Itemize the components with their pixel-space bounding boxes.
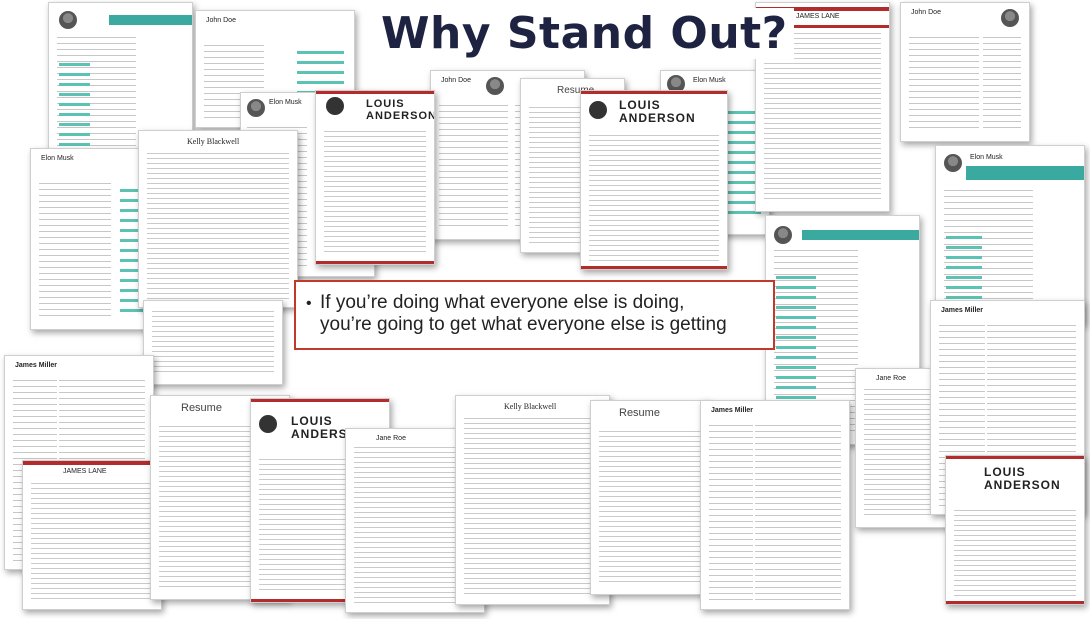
resume-name: James Miller	[711, 407, 754, 414]
resume-thumbnail: LOUIS ANDERSON	[945, 455, 1085, 605]
page-title: Why Stand Out?	[375, 8, 794, 59]
resume-name: Kelly Blackwell	[187, 137, 240, 146]
resume-name: Jane Roe	[376, 435, 406, 442]
resume-thumbnail: Resume	[590, 400, 710, 595]
resume-thumbnail: Elon Musk	[935, 145, 1085, 325]
bullet-icon: •	[306, 295, 312, 312]
resume-thumbnail: JAMES LANE	[22, 460, 162, 610]
quote-line-2: you’re going to get what everyone else i…	[320, 314, 727, 335]
resume-name: Resume	[181, 402, 222, 414]
resume-name: Elon Musk	[970, 154, 1003, 161]
resume-thumbnail: LOUIS ANDERSON	[580, 90, 728, 270]
resume-name: John Doe	[206, 17, 236, 24]
resume-name: LOUIS ANDERSON	[366, 98, 435, 122]
quote-box: • If you’re doing what everyone else is …	[294, 280, 775, 350]
resume-thumbnail: Kelly Blackwell	[138, 130, 298, 308]
resume-name: JAMES LANE	[63, 468, 107, 475]
resume-thumbnail: John Doe	[900, 2, 1030, 142]
resume-name: LOUIS ANDERSON	[619, 98, 696, 125]
resume-name: James Miller	[941, 307, 984, 314]
resume-name: Elon Musk	[269, 99, 302, 106]
resume-name: John Doe	[441, 77, 471, 84]
resume-thumbnail: LOUIS ANDERSON	[315, 90, 435, 265]
quote-line-1: If you’re doing what everyone else is do…	[320, 292, 685, 313]
resume-name: Elon Musk	[693, 77, 726, 84]
resume-thumbnail: James Miller	[700, 400, 850, 610]
resume-name: Resume	[619, 407, 660, 419]
resume-name: James Miller	[15, 362, 58, 369]
resume-name: John Doe	[911, 9, 941, 16]
resume-thumbnail: Kelly Blackwell	[455, 395, 610, 605]
resume-name: Jane Roe	[876, 375, 906, 382]
resume-name: Kelly Blackwell	[504, 402, 557, 411]
resume-name: LOUIS ANDERSON	[984, 465, 1061, 492]
avatar	[59, 11, 77, 29]
resume-name: JAMES LANE	[796, 13, 840, 20]
resume-thumbnail	[143, 300, 283, 385]
resume-name: Elon Musk	[41, 155, 74, 162]
